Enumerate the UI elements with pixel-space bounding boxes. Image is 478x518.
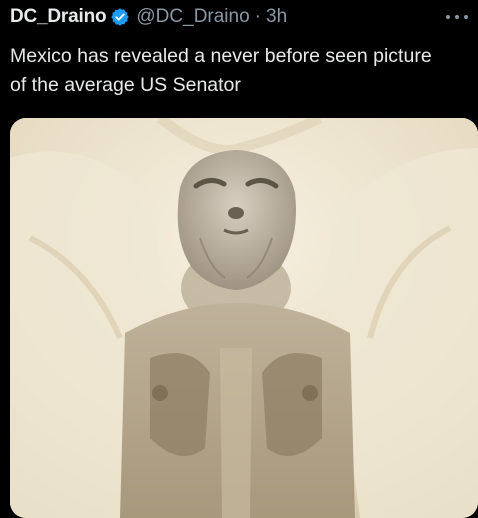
tweet-header: DC_Draino @DC_Draino · 3h — [10, 4, 287, 30]
tweet-timestamp[interactable]: 3h — [266, 6, 287, 28]
mummified-figure-photo — [10, 118, 478, 518]
author-handle[interactable]: @DC_Draino — [136, 6, 249, 28]
author-display-name[interactable]: DC_Draino — [10, 6, 107, 28]
more-dot — [464, 15, 468, 19]
verified-badge-icon — [110, 7, 130, 27]
tweet: DC_Draino @DC_Draino · 3h Mexico has rev… — [0, 0, 478, 518]
tweet-text: Mexico has revealed a never before seen … — [10, 45, 432, 96]
separator-dot: · — [254, 6, 261, 27]
more-dot — [446, 15, 450, 19]
more-options-icon[interactable] — [446, 10, 468, 24]
tweet-media-photo[interactable] — [10, 118, 478, 518]
more-dot — [455, 15, 459, 19]
